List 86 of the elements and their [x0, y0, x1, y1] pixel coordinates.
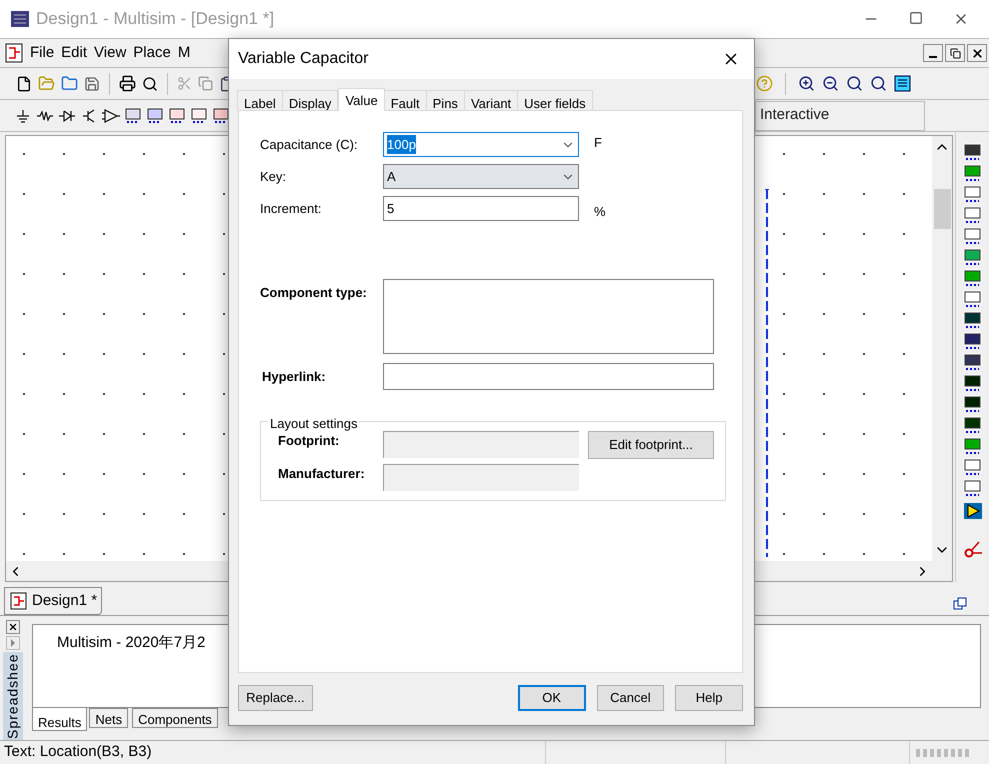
instrument-icon[interactable]: [964, 228, 981, 246]
restore-button[interactable]: [945, 44, 965, 62]
menu-item[interactable]: Edit: [58, 42, 90, 64]
instrument-icon[interactable]: [964, 207, 981, 225]
restore-icon: [950, 48, 960, 58]
minimize-button[interactable]: [923, 44, 943, 62]
component-type-box[interactable]: [383, 278, 714, 354]
dialog-tab[interactable]: Variant: [464, 90, 518, 111]
edit-footprint-button[interactable]: Edit footprint...: [588, 430, 714, 458]
field-label: Component type:: [260, 284, 368, 302]
full-screen-icon[interactable]: [894, 75, 911, 92]
panel-icon[interactable]: [953, 597, 967, 611]
dropdown-field[interactable]: A: [383, 164, 579, 189]
save-icon[interactable]: [84, 76, 100, 92]
instrument-icon[interactable]: [964, 438, 981, 456]
results-text: Multisim - 2020年7月2: [57, 634, 206, 651]
unit-label: %: [594, 203, 606, 221]
instrument-icon[interactable]: [964, 144, 981, 162]
panel-tab[interactable]: Results: [32, 708, 88, 731]
diode-icon[interactable]: [58, 108, 76, 124]
amplifier-icon[interactable]: [962, 501, 982, 521]
instrument-icon[interactable]: [964, 417, 981, 435]
close-icon: [8, 622, 18, 632]
dropdown-field[interactable]: 100p: [383, 132, 579, 157]
input-field[interactable]: 5: [383, 196, 579, 222]
dialog-tab[interactable]: Display: [282, 90, 338, 111]
dialog-button[interactable]: OK: [518, 685, 586, 711]
progress-indicator-icon: [916, 746, 972, 758]
instrument-icon[interactable]: [964, 375, 981, 393]
scrollbar-thumb[interactable]: [934, 189, 950, 229]
instrument-icon[interactable]: [964, 186, 981, 204]
toolbar-label: Interactive: [760, 105, 830, 126]
instrument-icon[interactable]: [964, 333, 981, 351]
menu-item[interactable]: View: [91, 42, 130, 64]
dialog-tab[interactable]: Fault: [384, 90, 427, 111]
menu-item[interactable]: Place: [130, 42, 174, 64]
dialog-tab[interactable]: User fields: [517, 90, 593, 111]
field-label: Capacitance (C):: [260, 136, 359, 154]
document-tab[interactable]: Design1 *: [4, 587, 102, 615]
panel-tab[interactable]: Nets: [89, 708, 128, 728]
help-icon[interactable]: [756, 75, 773, 92]
unit-label: F: [594, 134, 602, 152]
dialog-button[interactable]: Cancel: [596, 685, 664, 711]
field-label: Manufacturer:: [278, 464, 366, 482]
instrument-icon[interactable]: [964, 291, 981, 309]
schematic-document-icon: [9, 591, 29, 611]
zoom-out-icon[interactable]: [822, 75, 839, 92]
resistor-icon[interactable]: [36, 108, 54, 124]
ground-icon[interactable]: [14, 108, 32, 124]
dialog-tab[interactable]: Value: [338, 88, 385, 111]
status-text: Text: Location(B3, B3): [4, 742, 152, 762]
field-label: Increment:: [260, 200, 322, 218]
instrument-icon[interactable]: [964, 249, 981, 267]
spreadsheet-title: Spreadshee: [3, 652, 23, 740]
op-amp-icon[interactable]: [102, 108, 120, 124]
folder-icon[interactable]: [61, 75, 78, 92]
field-label: Hyperlink:: [261, 368, 327, 386]
dialog-button[interactable]: Replace...: [238, 685, 313, 711]
instrument-icon[interactable]: [964, 396, 981, 414]
maximize-icon[interactable]: [909, 11, 923, 25]
new-document-icon[interactable]: [16, 76, 32, 92]
instrument-icon[interactable]: [964, 165, 981, 183]
printer-icon[interactable]: [119, 75, 136, 92]
dialog-title: Variable Capacitor: [238, 49, 368, 69]
close-button[interactable]: [967, 44, 987, 62]
close-button[interactable]: [6, 620, 20, 634]
menu-item[interactable]: M: [174, 42, 194, 64]
app-icon: [10, 9, 30, 29]
instrument-icon[interactable]: [964, 480, 981, 498]
vertical-scrollbar[interactable]: [932, 136, 952, 561]
dialog-tab[interactable]: Label: [237, 90, 283, 111]
field-label: Key:: [260, 168, 288, 186]
field-label: Footprint:: [278, 432, 340, 450]
panel-tab[interactable]: Components: [132, 708, 218, 728]
menu-item[interactable]: File: [27, 42, 58, 64]
instrument-icon[interactable]: [964, 312, 981, 330]
dialog-button[interactable]: Help: [675, 685, 743, 711]
hyperlink-field[interactable]: [383, 362, 714, 390]
instrument-icon[interactable]: [964, 459, 981, 477]
window-title: Design1 - Multisim - [Design1 *]: [36, 8, 274, 30]
instrument-icon[interactable]: [964, 270, 981, 288]
dialog-tab[interactable]: Pins: [426, 90, 465, 111]
close-icon: [970, 46, 984, 60]
zoom-in-icon[interactable]: [798, 75, 815, 92]
arrow-right-icon: [10, 639, 16, 647]
instrument-icon[interactable]: [964, 354, 981, 372]
